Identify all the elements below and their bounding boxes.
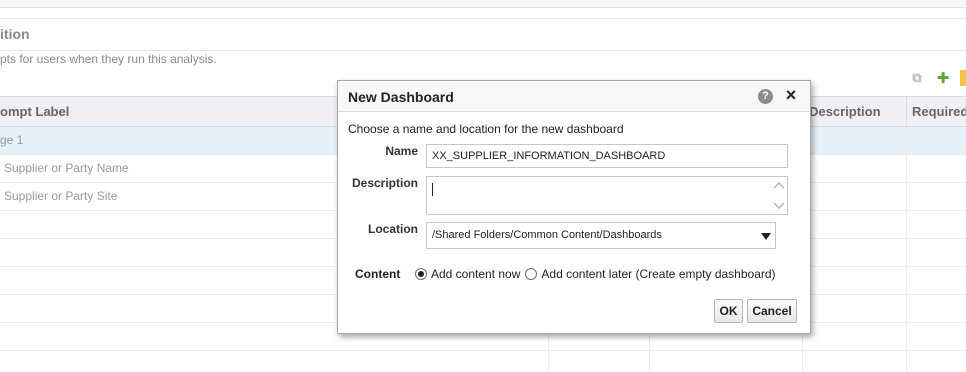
top-bar <box>0 0 966 8</box>
cancel-button[interactable]: Cancel <box>747 299 797 323</box>
scroll-up-icon[interactable] <box>773 180 785 190</box>
content-radio-group: Add content now Add content later (Creat… <box>415 267 776 281</box>
dialog-title: New Dashboard <box>348 89 454 105</box>
content-label: Content <box>355 267 401 281</box>
close-icon[interactable]: × <box>783 86 799 104</box>
section-description: pts for users when they run this analysi… <box>0 52 217 66</box>
scroll-down-icon[interactable] <box>773 201 785 211</box>
prompt-label-cell: Supplier or Party Name <box>4 161 129 175</box>
location-label: Location <box>368 222 418 236</box>
add-content-later-label[interactable]: Add content later (Create empty dashboar… <box>541 267 775 281</box>
chevron-down-icon[interactable] <box>761 233 771 240</box>
ok-button[interactable]: OK <box>714 299 743 323</box>
column-header-prompt-label[interactable]: ompt Label <box>0 104 69 119</box>
dialog-header: New Dashboard ? × <box>338 81 810 112</box>
add-content-now-radio[interactable] <box>415 268 427 280</box>
new-dashboard-dialog: New Dashboard ? × Choose a name and loca… <box>337 80 811 334</box>
copy-icon[interactable]: ⧉ <box>908 70 926 86</box>
grid-toolbar: ⧉ ✚ <box>908 70 966 87</box>
add-content-later-radio[interactable] <box>525 268 538 280</box>
add-content-now-label[interactable]: Add content now <box>431 267 520 281</box>
dialog-instruction: Choose a name and location for the new d… <box>348 122 624 136</box>
name-field[interactable]: XX_SUPPLIER_INFORMATION_DASHBOARD <box>426 144 788 168</box>
prompt-label-cell: Supplier or Party Site <box>4 189 118 203</box>
name-label: Name <box>385 144 418 158</box>
add-icon[interactable]: ✚ <box>934 70 952 87</box>
divider <box>0 50 966 51</box>
location-select[interactable]: /Shared Folders/Common Content/Dashboard… <box>426 222 776 249</box>
column-header-description[interactable]: Description <box>809 104 881 119</box>
text-caret <box>432 183 433 196</box>
prompt-label-cell: ge 1 <box>0 133 24 147</box>
description-label: Description <box>351 176 418 190</box>
description-field[interactable] <box>426 176 788 215</box>
section-title: ition <box>0 26 30 42</box>
location-value: /Shared Folders/Common Content/Dashboard… <box>432 229 662 241</box>
help-icon[interactable]: ? <box>758 89 773 104</box>
edit-icon[interactable] <box>960 70 966 86</box>
divider <box>0 18 966 19</box>
column-header-required[interactable]: Required <box>912 104 966 119</box>
